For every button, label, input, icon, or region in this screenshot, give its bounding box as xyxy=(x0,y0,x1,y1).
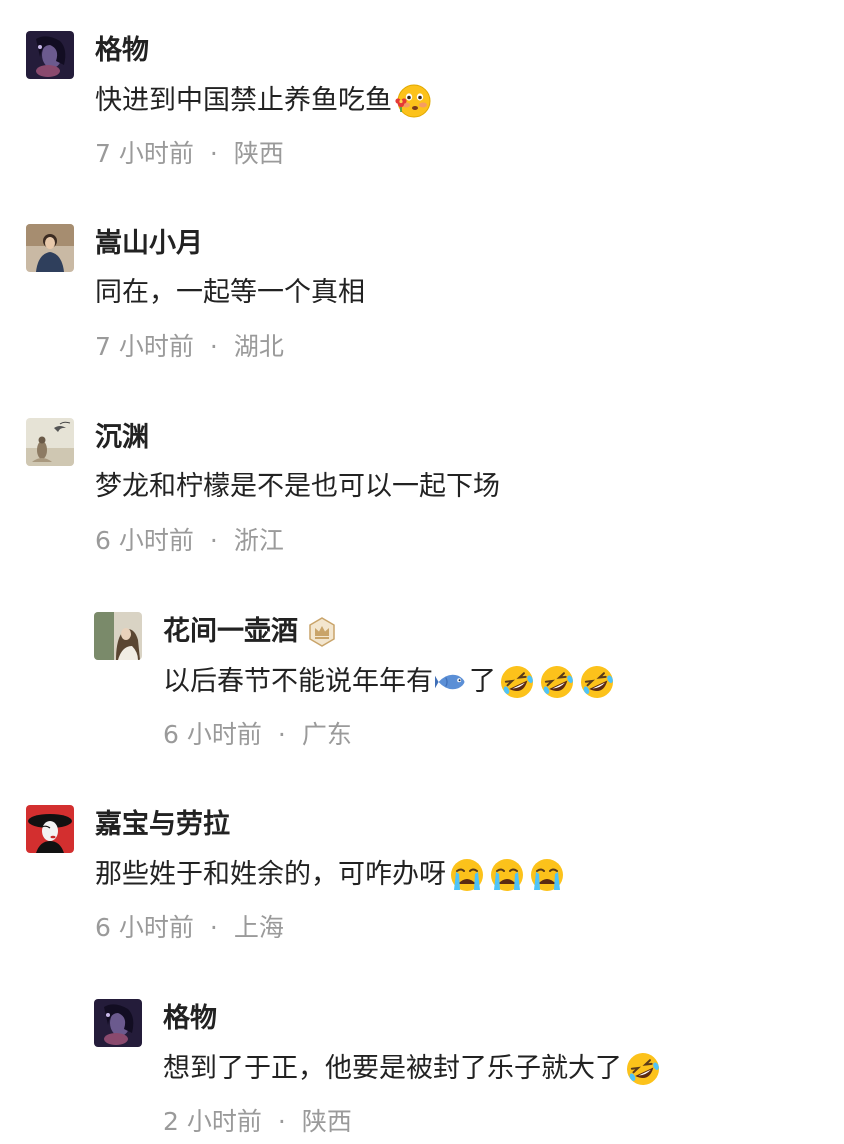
reply-item[interactable]: 格物 想到了于正，他要是被封了乐子就大了 2 小时前 · 陕西 xyxy=(0,968,844,1138)
avatar[interactable] xyxy=(26,31,74,79)
comment-meta: 6 小时前 · 广东 xyxy=(163,719,352,751)
comment-meta: 7 小时前 · 陕西 xyxy=(95,138,284,170)
comment-text: 快进到中国禁止养鱼吃鱼 xyxy=(95,82,432,120)
comment-item[interactable]: 沉渊 梦龙和柠檬是不是也可以一起下场 6 小时前 · 浙江 xyxy=(0,387,844,557)
meta-separator: · xyxy=(277,720,286,749)
comment-text: 同在，一起等一个真相 xyxy=(95,275,365,311)
comment-author[interactable]: 沉渊 xyxy=(95,421,149,455)
comment-author[interactable]: 格物 xyxy=(95,34,149,68)
comment-text-content: 那些姓于和姓余的，可咋办呀 xyxy=(95,859,446,890)
avatar[interactable] xyxy=(26,805,74,853)
avatar[interactable] xyxy=(26,418,74,466)
flushed-face-with-flower-icon xyxy=(394,82,432,120)
comment-time: 2 小时前 xyxy=(163,1107,262,1136)
comment-author[interactable]: 花间一壶酒 xyxy=(163,615,338,649)
reply-item[interactable]: 花间一壶酒 以后春节不能说年年有 了 6 小时前 · 广东 xyxy=(0,581,844,751)
avatar[interactable] xyxy=(94,612,142,660)
comment-location: 上海 xyxy=(233,913,284,942)
comment-location: 湖北 xyxy=(233,332,284,361)
comment-meta: 7 小时前 · 湖北 xyxy=(95,331,284,363)
comment-location: 陕西 xyxy=(233,139,284,168)
comment-location: 陕西 xyxy=(301,1107,352,1136)
rolling-on-floor-laughing-icon xyxy=(498,663,536,701)
rolling-on-floor-laughing-icon xyxy=(624,1050,662,1088)
crown-badge-icon xyxy=(306,616,338,648)
comment-time: 7 小时前 xyxy=(95,139,194,168)
loudly-crying-face-icon xyxy=(488,856,526,894)
comment-location: 浙江 xyxy=(233,526,284,555)
avatar[interactable] xyxy=(94,999,142,1047)
comment-meta: 2 小时前 · 陕西 xyxy=(163,1106,352,1138)
fish-icon xyxy=(435,665,469,699)
comment-author[interactable]: 格物 xyxy=(163,1002,217,1036)
meta-separator: · xyxy=(209,913,218,942)
rolling-on-floor-laughing-icon xyxy=(538,663,576,701)
meta-separator: · xyxy=(277,1107,286,1136)
comment-time: 6 小时前 xyxy=(95,913,194,942)
avatar[interactable] xyxy=(26,224,74,272)
comment-text: 以后春节不能说年年有 了 xyxy=(163,663,616,701)
comment-text-content: 想到了于正，他要是被封了乐子就大了 xyxy=(163,1053,622,1084)
comment-meta: 6 小时前 · 上海 xyxy=(95,912,284,944)
meta-separator: · xyxy=(209,526,218,555)
loudly-crying-face-icon xyxy=(448,856,486,894)
comment-time: 6 小时前 xyxy=(163,720,262,749)
comment-time: 7 小时前 xyxy=(95,332,194,361)
comment-text-content: 以后春节不能说年年有 xyxy=(163,666,433,697)
comment-time: 6 小时前 xyxy=(95,526,194,555)
comment-meta: 6 小时前 · 浙江 xyxy=(95,525,284,557)
comment-text: 想到了于正，他要是被封了乐子就大了 xyxy=(163,1050,662,1088)
comment-location: 广东 xyxy=(301,720,352,749)
loudly-crying-face-icon xyxy=(528,856,566,894)
comment-text-content: 同在，一起等一个真相 xyxy=(95,277,365,308)
comment-author[interactable]: 嘉宝与劳拉 xyxy=(95,808,230,842)
comment-author[interactable]: 嵩山小月 xyxy=(95,227,203,261)
comment-text: 那些姓于和姓余的，可咋办呀 xyxy=(95,856,566,894)
author-name[interactable]: 花间一壶酒 xyxy=(163,615,298,649)
rolling-on-floor-laughing-icon xyxy=(578,663,616,701)
comment-item[interactable]: 嘉宝与劳拉 那些姓于和姓余的，可咋办呀 6 小时前 · 上海 xyxy=(0,774,844,944)
meta-separator: · xyxy=(209,139,218,168)
comment-text-content: 梦龙和柠檬是不是也可以一起下场 xyxy=(95,471,500,502)
comment-text-after: 了 xyxy=(469,666,496,697)
comment-item[interactable]: 格物 快进到中国禁止养鱼吃鱼 7 小时前 · 陕西 xyxy=(0,0,844,170)
comment-text-content: 快进到中国禁止养鱼吃鱼 xyxy=(95,85,392,116)
meta-separator: · xyxy=(209,332,218,361)
comment-item[interactable]: 嵩山小月 同在，一起等一个真相 7 小时前 · 湖北 xyxy=(0,193,844,363)
comment-text: 梦龙和柠檬是不是也可以一起下场 xyxy=(95,469,500,505)
